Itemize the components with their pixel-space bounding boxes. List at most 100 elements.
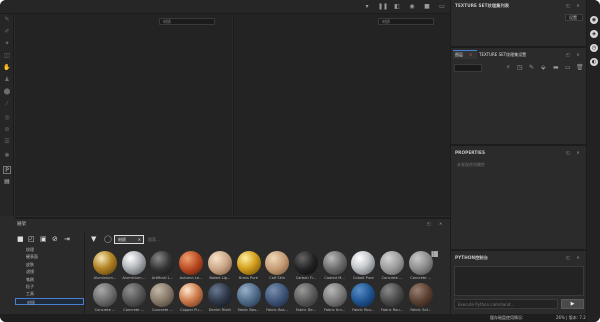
run-button[interactable]: ▶ bbox=[561, 299, 584, 309]
float-icon[interactable]: ◰ bbox=[565, 148, 571, 158]
projection-icon[interactable]: ✦ bbox=[3, 40, 11, 48]
material-tile[interactable]: Fabric Bas... bbox=[235, 283, 263, 313]
folder-icon[interactable]: ■ bbox=[17, 235, 24, 243]
smudge-icon[interactable]: ✋ bbox=[3, 64, 11, 72]
material-tile[interactable]: Fabric Rou... bbox=[349, 283, 377, 313]
filter-tag-close-icon[interactable]: ✕ bbox=[138, 236, 141, 243]
close-icon[interactable]: ✕ bbox=[575, 253, 581, 263]
material-preview bbox=[236, 283, 261, 307]
shelf-search-input[interactable] bbox=[148, 235, 438, 244]
camera-icon[interactable]: ◧ bbox=[393, 3, 401, 11]
material-tile[interactable]: Brass Pure bbox=[235, 251, 263, 281]
material-tile[interactable]: Fabric De... bbox=[292, 283, 320, 313]
close-icon[interactable]: ✕ bbox=[575, 1, 581, 11]
python-icon[interactable]: P bbox=[3, 166, 11, 174]
layers-tab-icon[interactable]: ◉ bbox=[590, 16, 598, 24]
category-item[interactable]: 材质 bbox=[15, 297, 84, 306]
material-tile[interactable]: Concrete ... bbox=[148, 283, 176, 313]
viewport-2d-mode-select[interactable]: 材质 bbox=[378, 18, 434, 25]
eraser-icon[interactable]: ✐ bbox=[3, 28, 11, 36]
dropdown-icon[interactable]: ▾ bbox=[363, 3, 371, 11]
material-tile[interactable]: Carbon Fi... bbox=[292, 251, 320, 281]
tab-close-icon[interactable]: ✕ bbox=[469, 51, 472, 59]
material-tile[interactable]: Fabric Bas... bbox=[263, 283, 291, 313]
add-folder-icon[interactable]: ▬ bbox=[553, 64, 559, 71]
transform-icon[interactable]: ✱ bbox=[3, 152, 11, 160]
geometry-mask-icon[interactable]: ◫ bbox=[3, 52, 11, 60]
material-tile[interactable]: Coated M... bbox=[321, 251, 349, 281]
fill-icon[interactable]: ⬤ bbox=[3, 88, 11, 96]
texture-set-tab-icon[interactable]: ◈ bbox=[590, 30, 598, 38]
material-tile[interactable]: Autumn Le... bbox=[177, 251, 205, 281]
material-tile[interactable]: Denim Rivet bbox=[206, 283, 234, 313]
filter-tag[interactable]: 材质 ✕ bbox=[114, 235, 144, 244]
display-settings-tab-icon[interactable]: ◐ bbox=[590, 58, 598, 66]
category-item[interactable]: 笔刷 bbox=[15, 276, 84, 283]
filter-icon[interactable]: ▼ bbox=[91, 235, 96, 243]
material-tile[interactable]: Cobalt Pure bbox=[349, 251, 377, 281]
close-icon[interactable]: ✕ bbox=[439, 221, 442, 226]
circle-toggle-icon[interactable]: ◯ bbox=[104, 235, 112, 243]
material-tile[interactable]: Aluminium... bbox=[91, 251, 119, 281]
material-label: Fabric Bas... bbox=[266, 308, 289, 312]
hide-icon[interactable]: ⊘ bbox=[52, 235, 58, 243]
category-item[interactable]: 工具 bbox=[15, 290, 84, 297]
import-icon[interactable]: ⇥ bbox=[64, 235, 70, 243]
uv-icon[interactable]: ☰ bbox=[3, 138, 11, 146]
material-label: Concrete ... bbox=[410, 276, 432, 280]
status-bar: 缓存磁盘使用情况: 26% | 版本: 7.2 bbox=[0, 314, 586, 322]
document-icon[interactable]: ▤ bbox=[3, 178, 11, 186]
pause-icon[interactable]: ❚❚ bbox=[378, 3, 388, 11]
clone-icon[interactable]: ♟ bbox=[3, 76, 11, 84]
category-item[interactable]: 粒子 bbox=[15, 283, 84, 290]
material-tile[interactable]: Concrete ... bbox=[91, 283, 119, 313]
video-icon[interactable]: ■ bbox=[423, 3, 431, 11]
tab-layers[interactable]: 图层 ✕ bbox=[453, 50, 477, 59]
viewport-3d[interactable]: 材质 bbox=[15, 14, 232, 216]
material-tile[interactable]: Concrete ... bbox=[378, 251, 406, 281]
material-tile[interactable]: Fabric Kni... bbox=[321, 283, 349, 313]
float-icon[interactable]: ◰ bbox=[427, 221, 431, 226]
material-tile[interactable]: Artificial L... bbox=[148, 251, 176, 281]
fit-icon[interactable]: ▭ bbox=[438, 3, 446, 11]
python-command-input[interactable] bbox=[454, 299, 558, 309]
close-icon[interactable]: ✕ bbox=[575, 148, 581, 158]
close-icon[interactable]: ✕ bbox=[575, 50, 581, 60]
sphere-icon[interactable]: ◉ bbox=[408, 3, 416, 11]
new-shelf-icon[interactable]: ◰ bbox=[28, 235, 35, 243]
polygon-fill-icon[interactable]: ◎ bbox=[3, 114, 11, 122]
color-picker-icon[interactable]: ⁄ bbox=[3, 100, 11, 108]
folder-icon[interactable]: ▭ bbox=[565, 64, 571, 71]
float-icon[interactable]: ◰ bbox=[565, 253, 571, 263]
viewport-3d-mode-select[interactable]: 材质 bbox=[159, 18, 215, 25]
paint-icon[interactable]: ✎ bbox=[3, 16, 11, 24]
add-fill-layer-icon[interactable]: ⬙ bbox=[541, 64, 546, 71]
float-icon[interactable]: ◰ bbox=[565, 50, 571, 60]
blend-mode-select[interactable] bbox=[454, 64, 482, 72]
add-mask-icon[interactable]: ◳ bbox=[517, 64, 523, 71]
viewport-2d[interactable]: 材质 bbox=[233, 14, 450, 216]
material-preview bbox=[293, 251, 318, 275]
delete-icon[interactable]: 🗑 bbox=[576, 64, 584, 71]
category-item[interactable]: 滤镜 bbox=[15, 268, 84, 275]
material-tile[interactable]: Fabric Rou... bbox=[378, 283, 406, 313]
category-item[interactable]: 硬表面 bbox=[15, 253, 84, 260]
measure-icon[interactable]: ⊘ bbox=[3, 126, 11, 134]
material-tile[interactable]: Concrete ... bbox=[120, 283, 148, 313]
texture-set-settings-dropdown[interactable]: 设置 bbox=[565, 14, 583, 21]
material-tile[interactable]: Copper Pu... bbox=[177, 283, 205, 313]
sub-folder-icon[interactable]: ▣ bbox=[40, 235, 47, 243]
material-tile[interactable]: Aluminium... bbox=[120, 251, 148, 281]
material-tile[interactable]: Fabric Sof... bbox=[407, 283, 435, 313]
float-icon[interactable]: ◰ bbox=[565, 1, 571, 11]
material-tile[interactable]: Concrete ... bbox=[407, 251, 435, 281]
material-tile[interactable]: Baked Lig... bbox=[206, 251, 234, 281]
category-item[interactable]: 皮肤 bbox=[15, 261, 84, 268]
history-tab-icon[interactable]: ◷ bbox=[590, 44, 598, 52]
category-item[interactable]: 纹理 bbox=[15, 246, 84, 253]
material-label: Denim Rivet bbox=[208, 308, 231, 312]
material-tile[interactable]: Calf Skin bbox=[263, 251, 291, 281]
add-effect-icon[interactable]: ⚡ bbox=[506, 64, 510, 71]
tab-texture-set-settings[interactable]: TEXTURE SET纹理集设置 bbox=[479, 50, 526, 59]
add-paint-layer-icon[interactable]: ✎ bbox=[529, 64, 534, 71]
